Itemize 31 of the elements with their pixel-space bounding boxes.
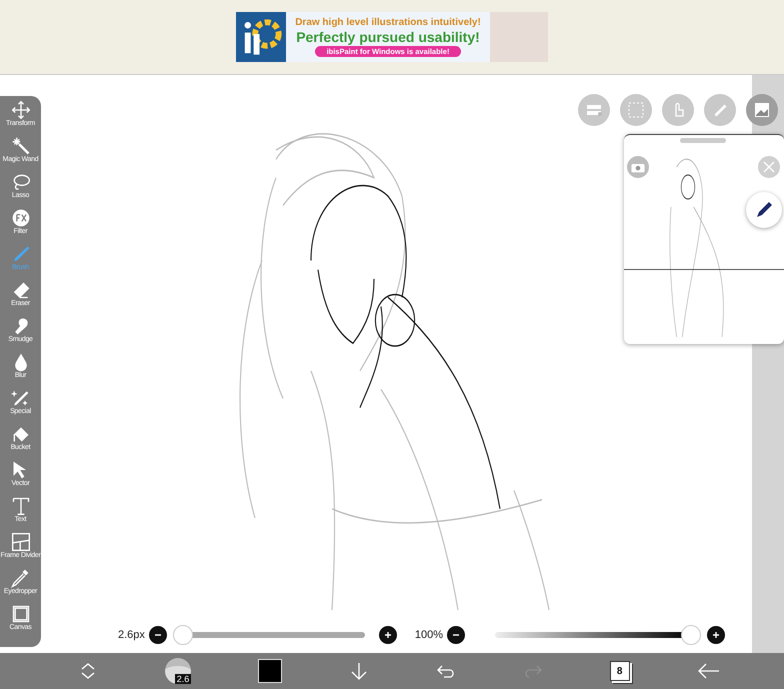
illustration-placeholder [490,12,548,62]
brush-size-reading: 2.6px [118,629,145,641]
down-arrow-icon[interactable] [349,661,370,681]
lasso-icon [10,172,30,192]
fx-icon [10,208,30,228]
layers-button[interactable]: 8 [610,661,630,681]
frame-grid-icon [10,532,30,552]
square-icon [10,604,30,624]
eyedropper-icon [10,568,30,588]
camera-icon [631,162,645,172]
move-arrows-icon [10,100,30,120]
color-swatch[interactable] [258,659,282,683]
camera-button[interactable] [627,156,649,178]
panel-handle[interactable] [680,138,726,143]
opacity-reading: 100% [414,629,444,641]
back-arrow-icon[interactable] [696,661,721,681]
brush-preview-button[interactable]: 2.6 [165,658,192,684]
pen-button[interactable] [746,192,782,228]
color-wheel-logo-icon [236,12,286,62]
letter-t-icon [10,496,30,516]
close-icon [763,161,775,173]
magic-wand-icon [10,136,30,156]
sparkle-pen-icon [10,388,30,408]
picture-button[interactable] [746,94,778,126]
ad-tagline: Perfectly pursued usability! [296,29,480,45]
pen-icon [754,200,774,220]
ad-headline: Draw high level illustrations intuitively! [295,17,481,28]
plus-icon [711,630,722,640]
plus-icon [382,630,393,640]
dashed-square-icon [626,100,646,120]
picture-icon [752,100,772,120]
